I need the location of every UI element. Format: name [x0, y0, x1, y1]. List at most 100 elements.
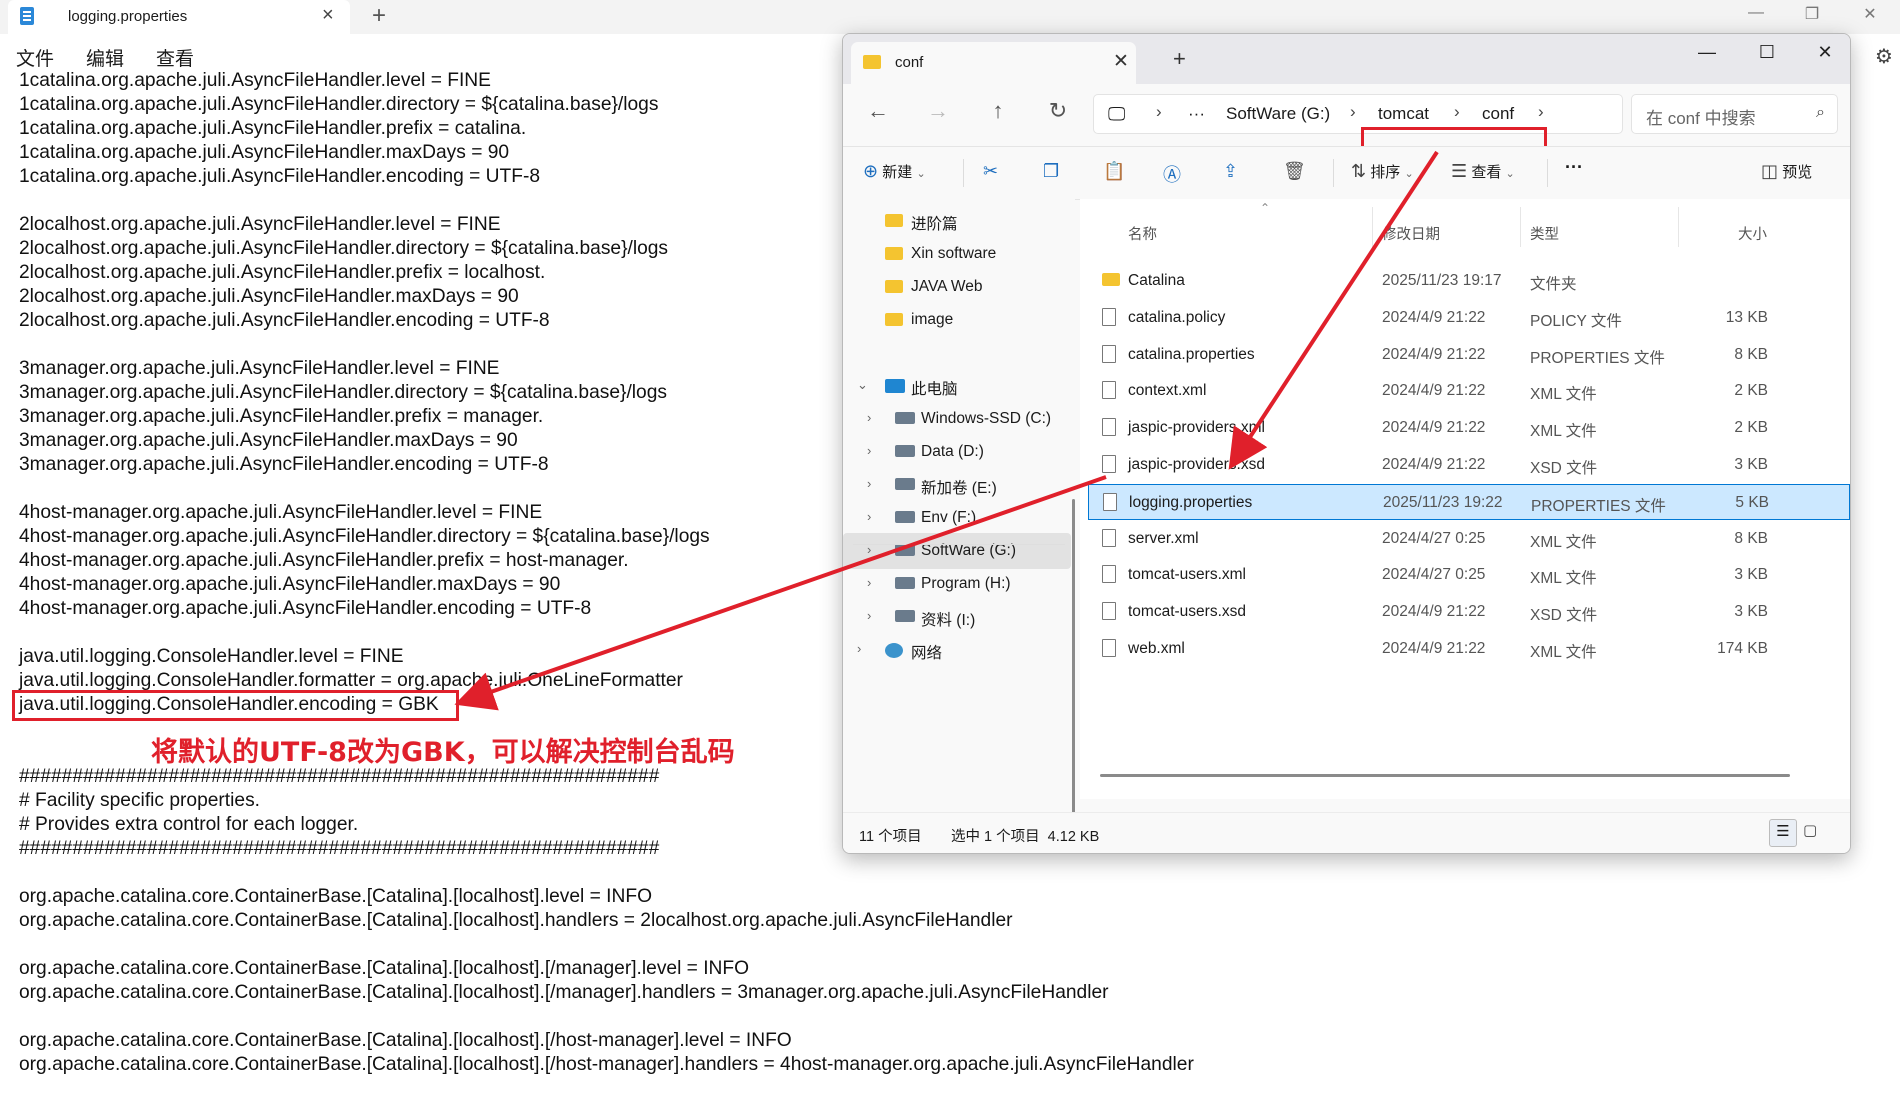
close-tab-icon[interactable]: ✕ — [1113, 50, 1129, 73]
file-date: 2024/4/9 21:22 — [1382, 603, 1486, 621]
file-row[interactable]: tomcat-users.xml 2024/4/27 0:25 XML 文件 3 KB — [1088, 557, 1850, 593]
nav-item[interactable]: › Env (F:) — [843, 500, 1071, 536]
rename-icon[interactable]: Ⓐ — [1163, 161, 1181, 187]
nav-item[interactable]: 进阶篇 — [843, 203, 1071, 239]
close-window-icon[interactable]: ✕ — [1801, 42, 1849, 63]
nav-item[interactable]: JAVA Web — [843, 269, 1071, 305]
chevron-right-icon[interactable]: › — [867, 608, 871, 623]
file-type: XML 文件 — [1530, 570, 1597, 588]
up-arrow-icon[interactable]: ↑ — [983, 98, 1013, 124]
menu-view[interactable]: 查看 — [156, 44, 194, 71]
nav-item[interactable]: › Program (H:) — [843, 566, 1071, 602]
settings-gear-icon[interactable]: ⚙ — [1875, 44, 1893, 69]
chevron-right-icon: › — [1538, 102, 1544, 121]
notepad-tab[interactable]: logging.properties × — [8, 0, 350, 34]
file-row[interactable]: jaspic-providers.xsd 2024/4/9 21:22 XSD 文件… — [1088, 447, 1850, 483]
nav-item[interactable]: Xin software — [843, 236, 1071, 272]
drive-icon — [895, 478, 915, 490]
new-tab-icon[interactable]: + — [372, 2, 386, 30]
chevron-down-icon[interactable]: ⌄ — [857, 377, 868, 393]
column-header-type[interactable]: 类型 — [1530, 223, 1559, 244]
breadcrumb-tomcat[interactable]: tomcat — [1378, 104, 1429, 124]
chevron-right-icon[interactable]: › — [857, 641, 861, 656]
horizontal-scrollbar[interactable] — [1100, 774, 1790, 777]
chevron-down-icon: ⌄ — [1505, 168, 1515, 180]
file-row[interactable]: logging.properties 2025/11/23 19:22 PROPER… — [1088, 483, 1850, 520]
chevron-right-icon: › — [1454, 102, 1460, 121]
close-window-icon[interactable]: ✕ — [1850, 4, 1890, 24]
menu-file[interactable]: 文件 — [16, 44, 54, 71]
view-button[interactable]: ☰ 查看 ⌄ — [1451, 161, 1515, 182]
file-row[interactable]: catalina.policy 2024/4/9 21:22 POLICY 文件 13… — [1088, 300, 1850, 336]
explorer-tab[interactable]: conf ✕ — [851, 42, 1136, 84]
chevron-right-icon[interactable]: › — [867, 476, 871, 491]
file-row[interactable]: web.xml 2024/4/9 21:22 XML 文件 174 KB — [1088, 631, 1850, 667]
chevron-right-icon[interactable]: › — [867, 443, 871, 458]
more-options-icon[interactable]: ··· — [1565, 157, 1583, 178]
address-row: ← → ↑ ↻ 🖵 › ··· SoftWare (G:) › tomcat ›… — [843, 84, 1850, 185]
forward-arrow-icon[interactable]: → — [923, 98, 953, 124]
search-box[interactable]: 在 conf 中搜索 ⌕ — [1631, 94, 1838, 134]
chevron-right-icon[interactable]: › — [867, 509, 871, 524]
explorer-tabbar: conf ✕ + — ☐ ✕ — [843, 34, 1850, 84]
search-placeholder: 在 conf 中搜索 — [1646, 109, 1756, 128]
preview-button[interactable]: ◫ 预览 — [1761, 161, 1812, 182]
drive-icon — [895, 511, 915, 523]
chevron-right-icon[interactable]: › — [867, 410, 871, 425]
file-row[interactable]: catalina.properties 2024/4/9 21:22 PROPERT… — [1088, 337, 1850, 373]
maximize-icon[interactable]: ❐ — [1792, 4, 1832, 24]
sort-button[interactable]: ⇅ 排序 ⌄ — [1351, 161, 1414, 182]
breadcrumb-conf[interactable]: conf — [1482, 104, 1514, 124]
tiles-view-icon[interactable]: ▢ — [1803, 821, 1817, 839]
overflow-dots-icon[interactable]: ··· — [1188, 104, 1205, 124]
close-tab-icon[interactable]: × — [322, 4, 334, 27]
column-header-date[interactable]: 修改日期 — [1382, 223, 1440, 244]
column-divider — [1372, 207, 1373, 247]
view-lines-icon: ☰ — [1451, 161, 1468, 181]
file-row[interactable]: context.xml 2024/4/9 21:22 XML 文件 2 KB — [1088, 373, 1850, 409]
file-icon — [1102, 565, 1116, 584]
toolbar-divider — [1333, 159, 1334, 187]
delete-icon[interactable]: 🗑 — [1283, 161, 1306, 182]
copy-icon[interactable]: ❐ — [1043, 161, 1059, 182]
new-tab-icon[interactable]: + — [1173, 46, 1186, 72]
new-button[interactable]: ⊕ 新建 ⌄ — [863, 161, 926, 182]
paste-icon[interactable]: 📋 — [1103, 161, 1125, 182]
file-row[interactable]: jaspic-providers.xml 2024/4/9 21:22 XML 文件… — [1088, 410, 1850, 446]
cut-icon[interactable]: ✂ — [983, 161, 998, 182]
file-name: catalina.policy — [1128, 308, 1226, 326]
nav-item[interactable]: ⌄ 此电脑 — [843, 368, 1071, 404]
minimize-icon[interactable]: — — [1683, 42, 1731, 63]
nav-item[interactable]: › Windows-SSD (C:) — [843, 401, 1071, 437]
nav-item[interactable]: › 资料 (I:) — [843, 599, 1071, 635]
file-row[interactable]: server.xml 2024/4/27 0:25 XML 文件 8 KB — [1088, 521, 1850, 557]
file-list: 名称 ⌃ 修改日期 类型 大小 Catalina 2025/11/23 19:17… — [1080, 199, 1850, 799]
nav-scrollbar[interactable] — [1072, 499, 1075, 849]
file-row[interactable]: Catalina 2025/11/23 19:17 文件夹 — [1088, 263, 1850, 299]
nav-item[interactable]: › SoftWare (G:) — [843, 533, 1071, 569]
nav-item[interactable]: › 网络 — [843, 632, 1071, 668]
share-icon[interactable]: ⇪ — [1223, 161, 1238, 182]
nav-item[interactable]: › 新加卷 (E:) — [843, 467, 1071, 503]
nav-item-label: Data (D:) — [921, 443, 984, 460]
file-date: 2024/4/9 21:22 — [1382, 456, 1486, 473]
file-row[interactable]: tomcat-users.xsd 2024/4/9 21:22 XSD 文件 3 KB — [1088, 594, 1850, 630]
network-icon — [885, 643, 903, 658]
nav-item[interactable]: › Data (D:) — [843, 434, 1071, 470]
breadcrumb-drive[interactable]: SoftWare (G:) — [1226, 104, 1330, 124]
chevron-right-icon[interactable]: › — [867, 575, 871, 590]
computer-icon[interactable]: 🖵 — [1108, 104, 1125, 125]
back-arrow-icon[interactable]: ← — [863, 98, 893, 124]
column-header-name[interactable]: 名称 — [1128, 223, 1157, 244]
file-size: 3 KB — [1734, 566, 1768, 584]
maximize-icon[interactable]: ☐ — [1743, 42, 1791, 63]
refresh-icon[interactable]: ↻ — [1043, 98, 1073, 124]
file-type: PROPERTIES 文件 — [1530, 349, 1665, 367]
menu-edit[interactable]: 编辑 — [86, 44, 124, 71]
minimize-icon[interactable]: — — [1736, 4, 1776, 22]
status-bar: 11 个项目 选中 1 个项目 4.12 KB ☰ ▢ — [843, 812, 1850, 853]
column-header-size[interactable]: 大小 — [1738, 223, 1767, 244]
details-view-icon[interactable]: ☰ — [1769, 819, 1797, 847]
nav-item-label: Windows-SSD (C:) — [921, 410, 1052, 427]
nav-item[interactable]: image — [843, 302, 1071, 338]
